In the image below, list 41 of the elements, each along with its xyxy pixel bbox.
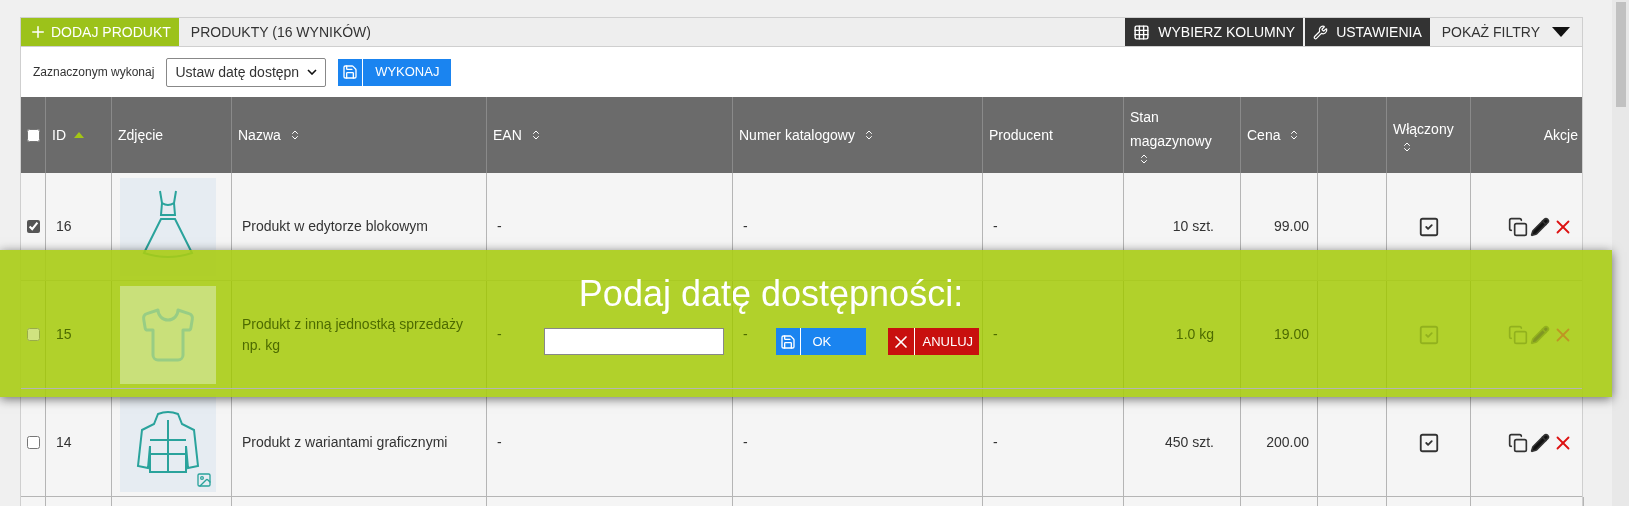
cancel-button[interactable]: ANULUJ — [887, 328, 979, 355]
dialog-title: Podaj datę dostępności: — [577, 272, 964, 316]
table-cell-text: - — [743, 433, 748, 452]
column-header: ID — [52, 126, 66, 145]
execute-button[interactable]: WYKONAJ — [338, 58, 452, 86]
table-cell-text: - — [743, 325, 748, 344]
column-header: Numer katalogowy — [739, 126, 855, 145]
table-cell-text: 14 — [56, 433, 72, 452]
table-cell-text: - — [497, 217, 502, 236]
column-header: Akcje — [1543, 126, 1578, 145]
table-cell-text: - — [993, 433, 998, 452]
table-cell-text: 15 — [56, 325, 72, 344]
ok-button[interactable]: OK — [775, 328, 866, 355]
column-header: Zdjęcie — [118, 126, 164, 145]
table-cell-text: - — [993, 325, 998, 344]
column-header: Włączony — [1393, 120, 1454, 139]
table-cell-text: - — [993, 217, 998, 236]
table-cell-text: 19.00 — [1273, 325, 1309, 344]
choose-columns-button[interactable]: WYBIERZ KOLUMNY — [1125, 18, 1304, 46]
table-cell-text: 99.00 — [1273, 217, 1309, 236]
product-name: Produkt z inną jednostką sprzedaży np. kg — [242, 314, 464, 355]
table-cell-text: - — [497, 433, 502, 452]
table-cell-text: 450 szt. — [1164, 433, 1214, 452]
product-name: Produkt z wariantami graficznymi — [242, 433, 448, 452]
column-header: Producent — [989, 126, 1053, 145]
show-filters-button[interactable]: POKAŻ FILTRY — [1429, 18, 1582, 46]
table-cell-text: 16 — [56, 217, 72, 236]
settings-button[interactable]: USTAWIENIA — [1305, 18, 1430, 46]
column-header: Nazwa — [238, 126, 281, 145]
toolbar-title: PRODUKTY (16 WYNIKÓW) — [189, 22, 372, 42]
column-header: EAN — [493, 126, 522, 145]
table-cell-text: - — [497, 325, 502, 344]
table-cell-text: 1.0 kg — [1175, 325, 1214, 344]
table-cell-text: 200.00 — [1266, 433, 1309, 452]
product-name: Produkt w edytorze blokowym — [242, 217, 428, 236]
bulk-actions-label: Zaznaczonym wykonaj — [33, 64, 155, 81]
column-header: Cena — [1247, 126, 1281, 145]
table-cell-text: 10 szt. — [1172, 217, 1214, 236]
bulk-action-select[interactable]: Ustaw datę dostępn — [166, 57, 327, 87]
table-cell-text: - — [743, 217, 748, 236]
column-header: Stan magazynowy — [1130, 108, 1213, 151]
